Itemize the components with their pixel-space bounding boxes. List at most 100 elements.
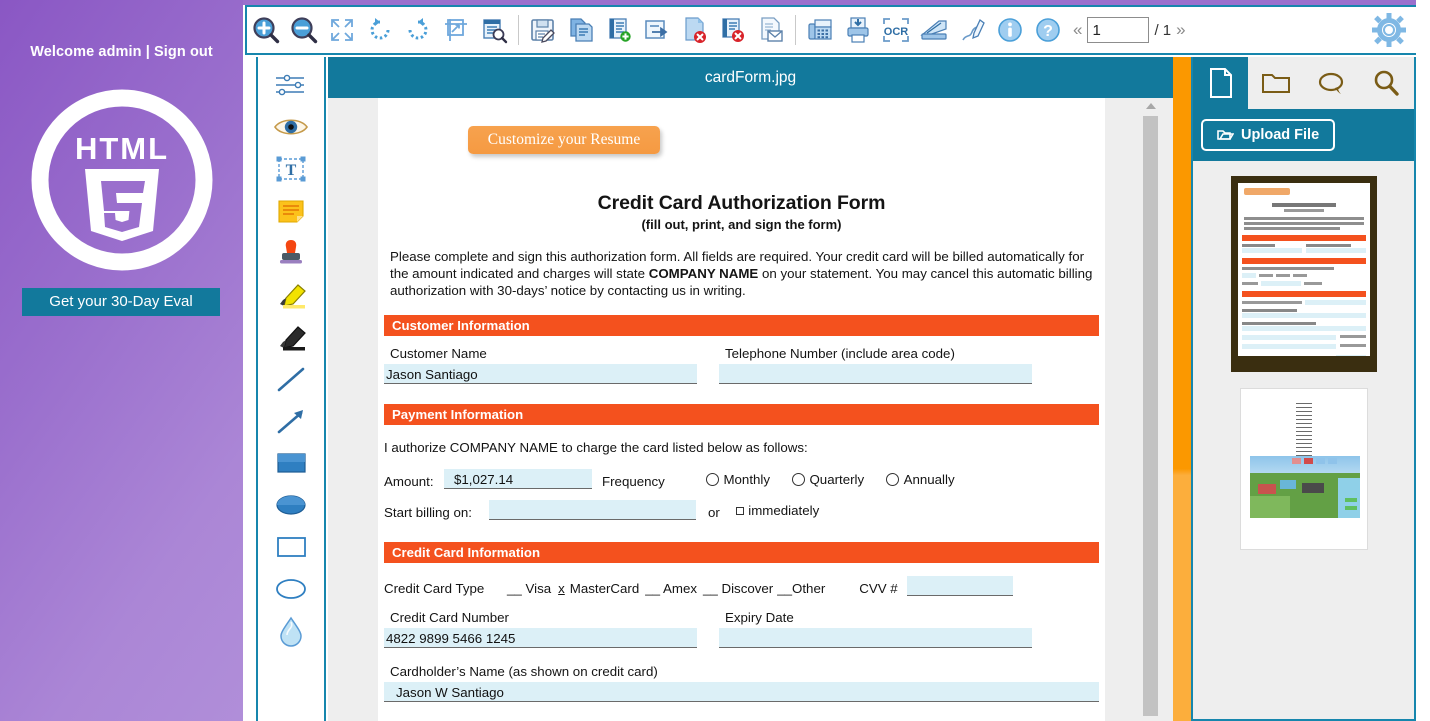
- card-type-label: Credit Card Type: [384, 581, 485, 596]
- html5-logo: HTML: [31, 89, 212, 271]
- next-page-button[interactable]: »: [1176, 20, 1185, 40]
- thumbnail-cardform[interactable]: [1230, 176, 1377, 372]
- line-tool[interactable]: [268, 361, 314, 397]
- welcome-text[interactable]: Welcome admin | Sign out: [0, 44, 243, 60]
- checkbox-immediately[interactable]: immediately: [735, 502, 819, 520]
- panel-splitter[interactable]: [1173, 57, 1191, 721]
- fax-button[interactable]: [802, 9, 838, 51]
- adjust-sliders-tool[interactable]: [268, 67, 314, 103]
- radio-monthly[interactable]: Monthly: [706, 471, 770, 489]
- expiry-input[interactable]: [719, 628, 1032, 648]
- thumbnail-screenshot-image: [1249, 456, 1360, 518]
- card-number-group: Credit Card Number 4822 9899 5466 1245: [384, 610, 697, 648]
- card-number-input[interactable]: 4822 9899 5466 1245: [384, 628, 697, 648]
- eye-tool[interactable]: [268, 109, 314, 145]
- card-type-amex[interactable]: __ Amex: [645, 581, 697, 596]
- settings-button[interactable]: [1372, 13, 1406, 47]
- help-button[interactable]: ?: [1030, 9, 1066, 51]
- rotate-right-button[interactable]: [400, 9, 436, 51]
- card-type-mastercard[interactable]: MasterCard: [570, 581, 639, 596]
- arrow-icon: [277, 410, 303, 434]
- zoom-in-button[interactable]: [248, 9, 284, 51]
- tab-search[interactable]: [1359, 57, 1414, 109]
- card-type-visa[interactable]: __ Visa: [507, 581, 551, 596]
- card-number-row: Credit Card Number 4822 9899 5466 1245 E…: [384, 610, 1099, 648]
- radio-annually[interactable]: Annually: [886, 471, 955, 489]
- amount-input[interactable]: $1,027.14: [444, 469, 592, 489]
- tab-folders[interactable]: [1248, 57, 1303, 109]
- info-icon: [998, 18, 1022, 42]
- rotate-left-button[interactable]: [362, 9, 398, 51]
- save-button[interactable]: [525, 9, 561, 51]
- document-scroll-pane[interactable]: Customize your Resume Credit Card Author…: [328, 98, 1173, 721]
- email-document-button[interactable]: [753, 9, 789, 51]
- filled-rectangle-tool[interactable]: [268, 445, 314, 481]
- ink-drop-icon: [280, 616, 302, 647]
- get-eval-button[interactable]: Get your 30-Day Eval: [22, 288, 220, 316]
- find-text-button[interactable]: [476, 9, 512, 51]
- marker-pen-icon: [280, 326, 306, 351]
- outline-ellipse-tool[interactable]: [268, 571, 314, 607]
- start-billing-input[interactable]: [489, 500, 696, 520]
- insert-page-button[interactable]: [601, 9, 637, 51]
- page-number-input[interactable]: [1087, 17, 1150, 43]
- radio-annually-circle: [886, 473, 900, 486]
- amount-frequency-row: Amount: $1,027.14 Frequency Monthly Quar…: [384, 469, 1099, 489]
- document-area: cardForm.jpg Customize your Resume Credi…: [328, 57, 1416, 721]
- crop-button[interactable]: [438, 9, 474, 51]
- radio-quarterly[interactable]: Quarterly: [792, 471, 864, 489]
- thumbnail-list: [1193, 161, 1414, 550]
- customer-name-input[interactable]: Jason Santiago: [384, 364, 697, 384]
- comment-icon: [1319, 72, 1344, 94]
- scan-icon: [920, 20, 947, 40]
- amount-label: Amount:: [384, 474, 434, 489]
- ink-drop-tool[interactable]: [268, 613, 314, 649]
- thumbnail-screenshot-doc[interactable]: [1239, 388, 1368, 550]
- print-button[interactable]: [840, 9, 876, 51]
- card-type-mastercard-mark[interactable]: x: [558, 581, 565, 596]
- marker-pen-tool[interactable]: [268, 319, 314, 355]
- card-type-row: Credit Card Type __ Visa x MasterCard __…: [384, 576, 1099, 596]
- outline-rectangle-tool[interactable]: [268, 529, 314, 565]
- info-button[interactable]: [992, 9, 1028, 51]
- text-box-tool[interactable]: T: [268, 151, 314, 187]
- or-label: or: [708, 505, 720, 520]
- zoom-out-button[interactable]: [286, 9, 322, 51]
- stamp-tool[interactable]: [268, 235, 314, 271]
- export-page-button[interactable]: [639, 9, 675, 51]
- radio-monthly-circle: [706, 473, 719, 486]
- section-customer-information: Customer Information: [384, 315, 1099, 336]
- arrow-tool[interactable]: [268, 403, 314, 439]
- document-scrollbar[interactable]: [1143, 98, 1158, 721]
- copy-page-button[interactable]: [563, 9, 599, 51]
- card-type-discover[interactable]: __ Discover: [703, 581, 773, 596]
- cardholder-input[interactable]: Jason W Santiago: [384, 682, 1099, 702]
- tab-documents[interactable]: [1193, 57, 1249, 109]
- sticky-note-tool[interactable]: [268, 193, 314, 229]
- viewer-outer-scrollbar[interactable]: [1416, 0, 1430, 721]
- cvv-input[interactable]: [906, 576, 1013, 596]
- adjust-sliders-icon: [276, 74, 304, 96]
- fit-page-button[interactable]: [324, 9, 360, 51]
- page-icon: [1209, 68, 1232, 98]
- scan-button[interactable]: [916, 9, 952, 51]
- tab-comments[interactable]: [1304, 57, 1359, 109]
- telephone-input[interactable]: [719, 364, 1032, 384]
- delete-page-button[interactable]: [677, 9, 713, 51]
- upload-file-button[interactable]: Upload File: [1201, 119, 1336, 151]
- delete-document-button[interactable]: [715, 9, 751, 51]
- export-page-icon: [645, 20, 668, 39]
- scroll-up-arrow-icon[interactable]: [1145, 103, 1156, 109]
- customize-resume-badge[interactable]: Customize your Resume: [468, 126, 660, 154]
- filled-ellipse-tool[interactable]: [268, 487, 314, 523]
- scrollbar-thumb[interactable]: [1143, 116, 1158, 716]
- ocr-button[interactable]: OCR: [878, 9, 914, 51]
- highlighter-icon: [280, 284, 306, 309]
- sign-button[interactable]: [954, 9, 990, 51]
- highlighter-tool[interactable]: [268, 277, 314, 313]
- pdf-viewer: OCR ? « 1 / 1 » T cardForm.jpg Customize…: [243, 0, 1430, 721]
- gear-icon: [1372, 13, 1406, 47]
- card-type-other[interactable]: __Other: [777, 581, 825, 596]
- radio-annually-label: Annually: [903, 472, 955, 487]
- prev-page-button[interactable]: «: [1073, 20, 1082, 40]
